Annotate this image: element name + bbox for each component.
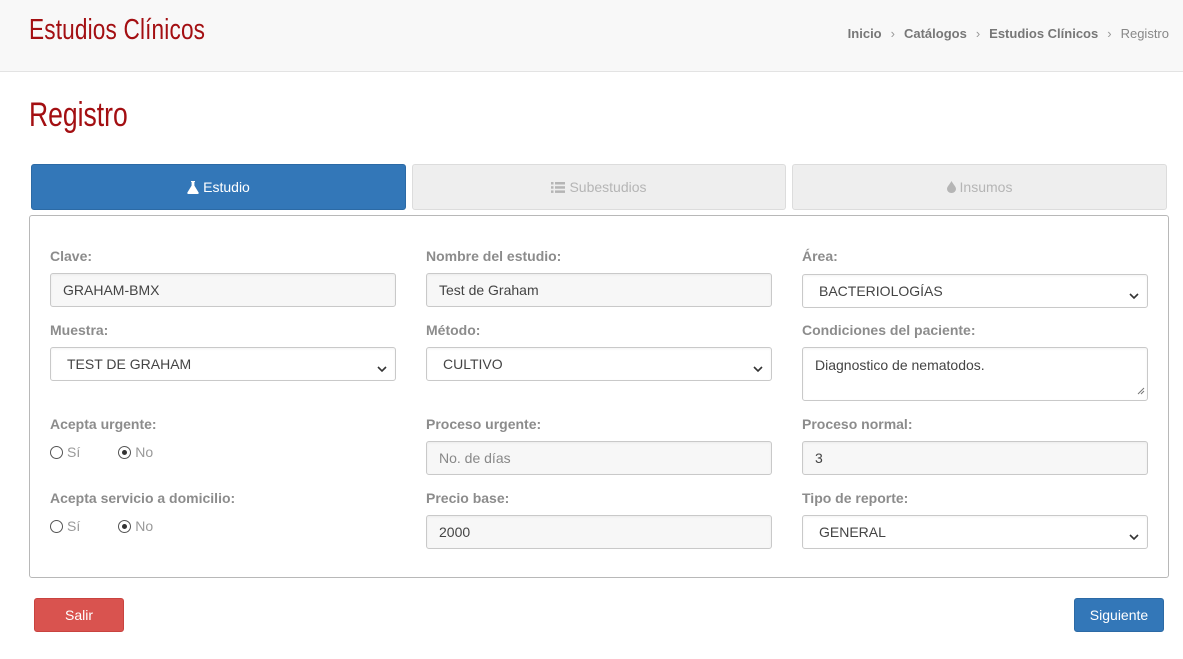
clave-label: Clave: xyxy=(50,248,93,264)
chevron-down-icon xyxy=(753,360,763,376)
proceso-normal-value: 3 xyxy=(815,450,823,466)
breadcrumb-separator-icon: › xyxy=(975,26,981,41)
acepta-urgente-si-option[interactable]: Sí xyxy=(50,444,80,460)
metodo-select[interactable]: CULTIVO xyxy=(426,347,772,381)
next-button[interactable]: Siguiente xyxy=(1074,598,1164,632)
proceso-urgente-placeholder: No. de días xyxy=(439,450,511,466)
breadcrumb-registro: Registro xyxy=(1120,26,1169,41)
condiciones-label: Condiciones del paciente: xyxy=(802,322,976,338)
top-bar: Estudios Clínicos Inicio › Catálogos › E… xyxy=(0,0,1183,72)
resize-grip-icon[interactable] xyxy=(1137,382,1145,398)
proceso-urgente-input[interactable]: No. de días xyxy=(426,441,772,475)
precio-base-value: 2000 xyxy=(439,524,471,540)
precio-base-label: Precio base: xyxy=(426,490,510,506)
breadcrumb: Inicio › Catálogos › Estudios Clínicos ›… xyxy=(848,26,1169,41)
breadcrumb-catalogos[interactable]: Catálogos xyxy=(904,26,967,41)
tipo-reporte-value: GENERAL xyxy=(819,524,886,540)
nombre-value: Test de Graham xyxy=(439,282,539,298)
exit-button[interactable]: Salir xyxy=(34,598,124,632)
page-title: Registro xyxy=(29,96,128,134)
tab-subestudios-label: Subestudios xyxy=(569,179,647,195)
clave-value: GRAHAM-BMX xyxy=(63,282,160,298)
acepta-urgente-no-option[interactable]: No xyxy=(118,444,153,460)
nombre-label: Nombre del estudio: xyxy=(426,248,562,264)
condiciones-textarea[interactable]: Diagnostico de nematodos. xyxy=(802,347,1148,401)
tab-subestudios[interactable]: Subestudios xyxy=(412,164,786,210)
app-title: Estudios Clínicos xyxy=(29,14,206,46)
tipo-reporte-label: Tipo de reporte: xyxy=(802,490,909,506)
drop-icon xyxy=(946,181,956,193)
acepta-urgente-radio-group: Sí No xyxy=(50,444,191,460)
proceso-normal-label: Proceso normal: xyxy=(802,416,913,432)
radio-si[interactable] xyxy=(50,519,63,533)
breadcrumb-inicio[interactable]: Inicio xyxy=(848,26,882,41)
condiciones-value: Diagnostico de nematodos. xyxy=(815,357,985,373)
tipo-reporte-select[interactable]: GENERAL xyxy=(802,515,1148,549)
metodo-value: CULTIVO xyxy=(443,356,503,372)
metodo-label: Método: xyxy=(426,322,481,338)
area-select[interactable]: BACTERIOLOGÍAS xyxy=(802,274,1148,308)
precio-base-input[interactable]: 2000 xyxy=(426,515,772,549)
acepta-urgente-label: Acepta urgente: xyxy=(50,416,157,432)
breadcrumb-separator-icon: › xyxy=(1107,26,1112,41)
radio-no[interactable] xyxy=(118,445,132,459)
radio-si[interactable] xyxy=(50,445,63,459)
list-icon xyxy=(551,181,566,193)
tab-insumos[interactable]: Insumos xyxy=(792,164,1167,210)
flask-icon xyxy=(187,180,199,194)
tab-insumos-label: Insumos xyxy=(959,179,1013,195)
chevron-down-icon xyxy=(377,360,387,376)
radio-si-label: Sí xyxy=(67,518,81,534)
radio-no-label: No xyxy=(135,518,154,534)
radio-no-label: No xyxy=(135,444,154,460)
clave-input[interactable]: GRAHAM-BMX xyxy=(50,273,396,307)
tab-estudio[interactable]: Estudio xyxy=(31,164,406,210)
tab-estudio-label: Estudio xyxy=(203,179,250,195)
nombre-input[interactable]: Test de Graham xyxy=(426,273,772,307)
chevron-down-icon xyxy=(1129,528,1139,544)
muestra-label: Muestra: xyxy=(50,322,109,338)
muestra-value: TEST DE GRAHAM xyxy=(67,356,192,372)
area-label: Área: xyxy=(802,248,838,264)
chevron-down-icon xyxy=(1129,287,1139,303)
proceso-urgente-label: Proceso urgente: xyxy=(426,416,542,432)
acepta-domicilio-label: Acepta servicio a domicilio: xyxy=(50,490,236,506)
acepta-domicilio-no-option[interactable]: No xyxy=(118,518,153,534)
breadcrumb-separator-icon: › xyxy=(890,26,895,41)
proceso-normal-input[interactable]: 3 xyxy=(802,441,1148,475)
breadcrumb-estudios-clinicos[interactable]: Estudios Clínicos xyxy=(989,26,1098,41)
radio-si-label: Sí xyxy=(67,444,81,460)
acepta-domicilio-si-option[interactable]: Sí xyxy=(50,518,80,534)
area-value: BACTERIOLOGÍAS xyxy=(819,283,943,299)
muestra-select[interactable]: TEST DE GRAHAM xyxy=(50,347,396,381)
radio-no[interactable] xyxy=(118,519,132,533)
acepta-domicilio-radio-group: Sí No xyxy=(50,518,191,534)
